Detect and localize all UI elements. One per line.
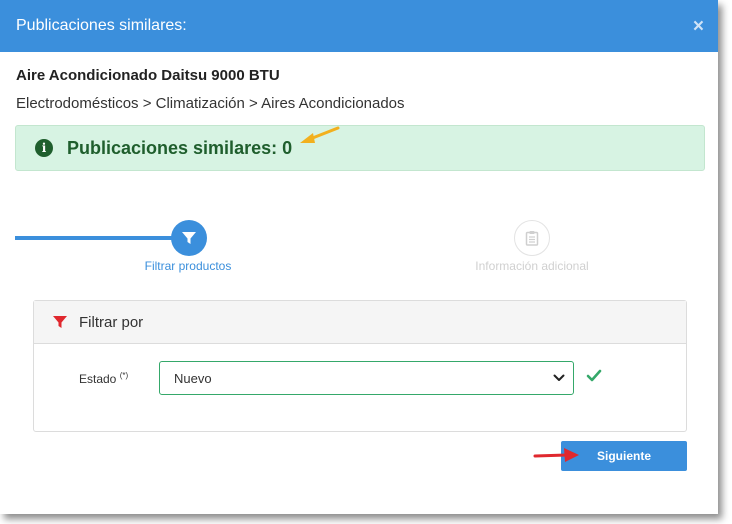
- modal-title: Publicaciones similares:: [16, 17, 187, 34]
- annotation-arrow-icon: [533, 448, 579, 462]
- estado-label-text: Estado: [79, 372, 117, 386]
- filter-panel: Filtrar por Estado (*) Nuevo: [33, 300, 687, 432]
- similar-count-text: Publicaciones similares: 0: [67, 137, 293, 158]
- filter-panel-title: Filtrar por: [79, 313, 144, 331]
- step-filter-products-label: Filtrar productos: [144, 259, 232, 273]
- estado-select[interactable]: Nuevo: [159, 361, 574, 395]
- valid-check-icon: [586, 369, 602, 382]
- clipboard-icon: [525, 231, 539, 246]
- similar-count-alert: i Publicaciones similares: 0: [15, 125, 705, 171]
- filter-panel-header: Filtrar por: [34, 301, 686, 344]
- step-additional-info-label: Información adicional: [475, 259, 589, 273]
- chevron-down-icon: [553, 374, 565, 381]
- breadcrumb: Electrodomésticos > Climatización > Aire…: [16, 95, 405, 112]
- close-icon[interactable]: ×: [693, 17, 704, 36]
- step-additional-info[interactable]: [514, 220, 550, 256]
- step-filter-products[interactable]: [171, 220, 207, 256]
- estado-select-value: Nuevo: [174, 370, 212, 386]
- filter-icon: [53, 316, 67, 328]
- estado-label: Estado (*): [79, 371, 128, 386]
- step-progress-line: [15, 236, 175, 240]
- modal-header: Publicaciones similares: ×: [0, 0, 718, 52]
- product-title: Aire Acondicionado Daitsu 9000 BTU: [16, 67, 280, 84]
- info-circle-icon: i: [35, 139, 53, 157]
- required-mark: (*): [119, 371, 129, 380]
- filter-icon: [182, 232, 196, 244]
- annotation-arrow-icon: [300, 126, 340, 143]
- similar-publications-modal: Publicaciones similares: × Aire Acondici…: [0, 0, 718, 514]
